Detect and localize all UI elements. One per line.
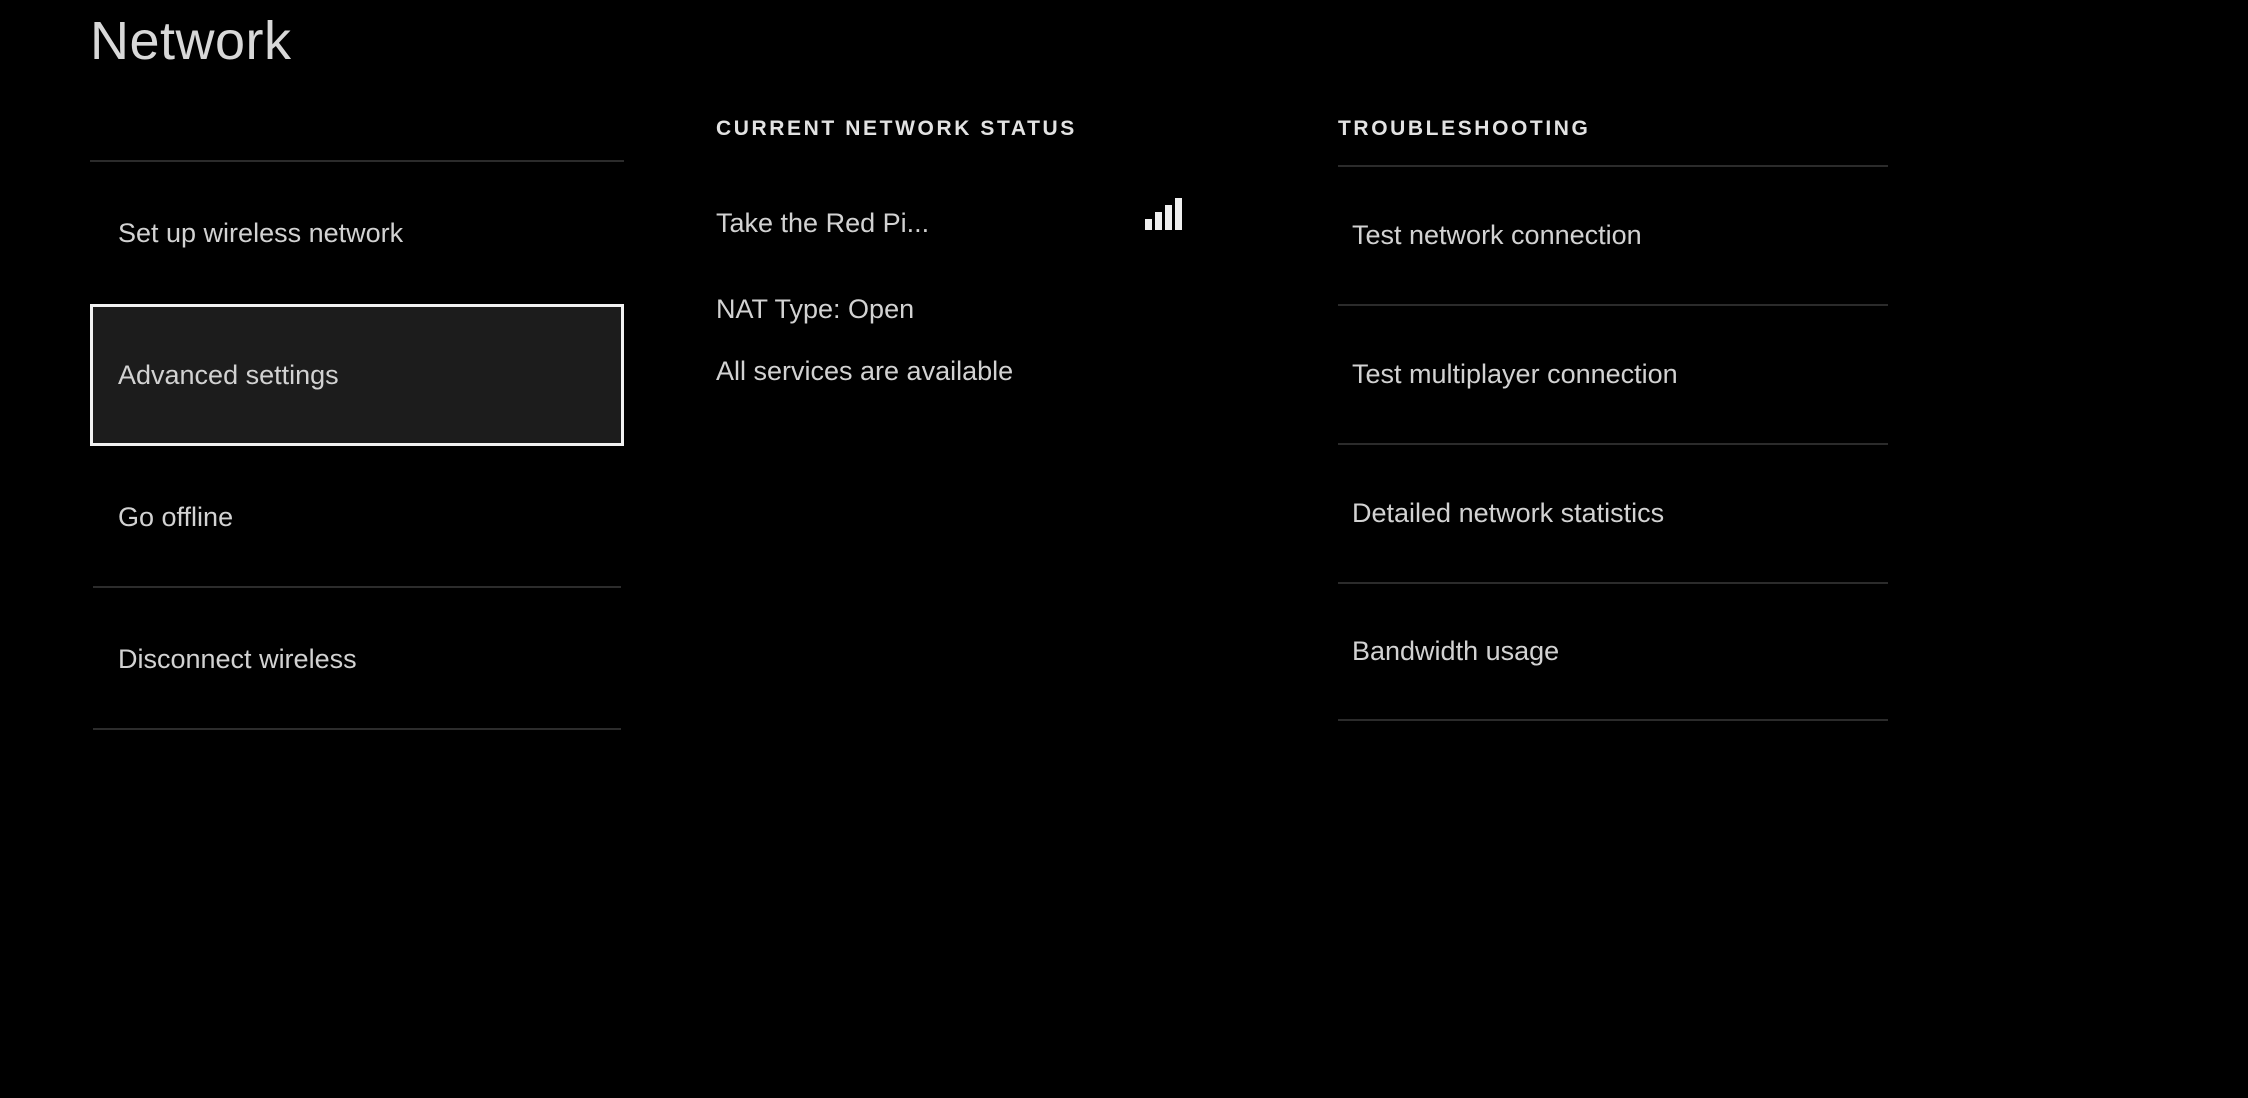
signal-bars-icon (1145, 198, 1182, 230)
nat-type-row: NAT Type: Open (716, 278, 1316, 340)
sidebar-item-disconnect-wireless[interactable]: Disconnect wireless (90, 588, 624, 730)
signal-bar-4 (1175, 198, 1182, 230)
troubleshooting-item-label: Detailed network statistics (1352, 498, 1665, 528)
network-status-block: Take the Red Pi... NAT Type: Open All se… (716, 192, 1316, 402)
status-spacer (716, 254, 1316, 278)
current-network-status-column: CURRENT NETWORK STATUS Take the Red Pi..… (716, 118, 1316, 402)
current-network-status-heading: CURRENT NETWORK STATUS (716, 117, 1077, 140)
network-name-row: Take the Red Pi... (716, 192, 1316, 254)
troubleshooting-item-bandwidth-usage[interactable]: Bandwidth usage (1338, 582, 1888, 721)
sidebar-item-set-up-wireless-network[interactable]: Set up wireless network (90, 162, 624, 304)
signal-bar-3 (1165, 205, 1172, 230)
troubleshooting-item-label: Bandwidth usage (1352, 636, 1560, 666)
troubleshooting-item-label: Test network connection (1352, 220, 1642, 250)
troubleshooting-item-detailed-network-statistics[interactable]: Detailed network statistics (1338, 443, 1888, 582)
signal-bar-2 (1155, 212, 1162, 230)
network-settings-screen: Network Set up wireless network Advanced… (0, 0, 2248, 1098)
troubleshooting-item-test-multiplayer-connection[interactable]: Test multiplayer connection (1338, 304, 1888, 443)
troubleshooting-list: Test network connection Test multiplayer… (1338, 165, 1888, 721)
services-status-value: All services are available (716, 355, 1014, 386)
sidebar-menu: Set up wireless network Advanced setting… (90, 162, 624, 730)
services-status-row: All services are available (716, 340, 1316, 402)
sidebar-item-label: Set up wireless network (118, 217, 404, 248)
nat-type-value: NAT Type: Open (716, 293, 915, 324)
sidebar-item-go-offline[interactable]: Go offline (90, 446, 624, 588)
sidebar-item-advanced-settings[interactable]: Advanced settings (90, 304, 624, 446)
sidebar-item-label: Advanced settings (118, 359, 339, 390)
troubleshooting-column: TROUBLESHOOTING Test network connection … (1338, 118, 1888, 721)
page-title: Network (90, 11, 292, 71)
troubleshooting-heading: TROUBLESHOOTING (1338, 117, 1591, 140)
signal-bar-1 (1145, 219, 1152, 230)
troubleshooting-item-test-network-connection[interactable]: Test network connection (1338, 165, 1888, 304)
network-name: Take the Red Pi... (716, 207, 930, 238)
troubleshooting-item-label: Test multiplayer connection (1352, 359, 1678, 389)
sidebar-column: Set up wireless network Advanced setting… (90, 160, 624, 730)
sidebar-item-label: Disconnect wireless (118, 643, 357, 674)
sidebar-item-label: Go offline (118, 501, 234, 532)
